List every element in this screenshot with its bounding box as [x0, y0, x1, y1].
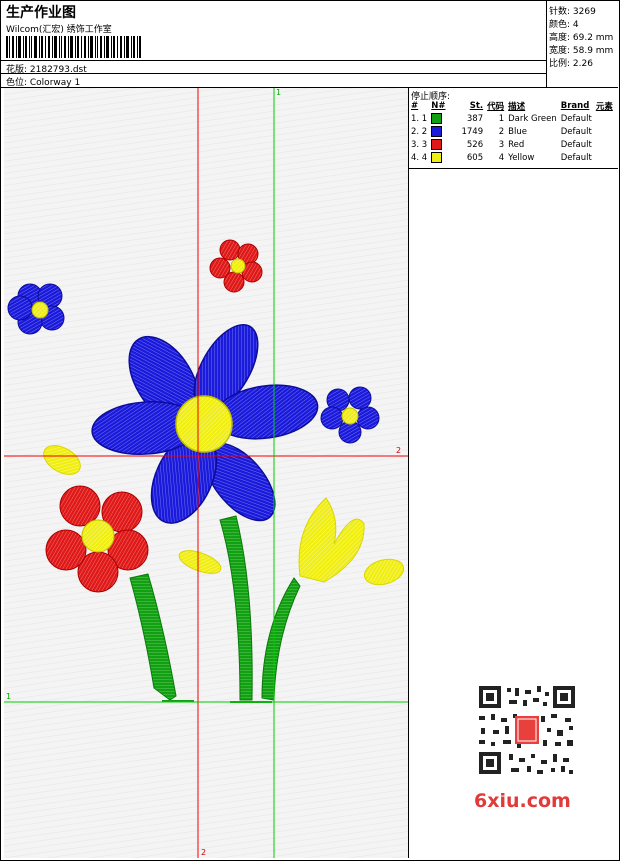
- green-guide-top-label: 1: [276, 88, 282, 97]
- color-swatch: [429, 112, 459, 125]
- col-element: 元素: [595, 102, 613, 112]
- watermark-logo: 6xiu.com: [474, 790, 571, 812]
- header-panel: 生产作业图 Wilcom(汇宏) 绣饰工作室 花版: 2182793.dst 色…: [0, 0, 547, 88]
- description-cell: Yellow: [508, 152, 535, 163]
- table-row: 4. 4 605 4 Yellow Default: [409, 151, 615, 164]
- red-guide-bottom-label: 2: [201, 848, 207, 857]
- design-canvas: 1 1 2 2: [4, 88, 409, 858]
- code-cell: 4: [498, 152, 505, 163]
- col-brand: Brand: [560, 101, 590, 111]
- design-scale: 比例: 2.26: [549, 59, 593, 69]
- company-name: Wilcom(汇宏) 绣饰工作室: [6, 25, 112, 35]
- panel-divider: [409, 168, 618, 169]
- table-row: 2. 2 1749 2 Blue Default: [409, 125, 615, 138]
- design-width: 宽度: 58.9 mm: [549, 46, 614, 56]
- brand-cell: Default: [560, 113, 592, 124]
- color-chip: [431, 113, 443, 124]
- design-height: 高度: 69.2 mm: [549, 33, 614, 43]
- brand-cell: Default: [560, 126, 592, 137]
- table-row: 3. 3 526 3 Red Default: [409, 138, 615, 151]
- stitch-count-cell: 526: [466, 139, 484, 150]
- large-red-flower: [45, 485, 149, 593]
- col-needle: N#: [431, 101, 446, 111]
- color-chip: [431, 152, 443, 163]
- color-swatch: [429, 125, 459, 138]
- col-stitches: St.: [469, 101, 484, 111]
- green-guide-left-label: 1: [6, 692, 12, 701]
- color-swatch: [429, 151, 459, 164]
- color-chip: [431, 126, 443, 137]
- code-cell: 2: [498, 126, 505, 137]
- stitch-count: 针数: 3269: [549, 7, 596, 17]
- small-red-flower: [209, 239, 263, 293]
- description-cell: Red: [508, 139, 525, 150]
- header-divider: [0, 73, 546, 74]
- stats-panel: 针数: 3269 颜色: 4 高度: 69.2 mm 宽度: 58.9 mm 比…: [547, 0, 618, 88]
- row-number: 3. 3: [411, 139, 428, 150]
- colorway-label: 色位: Colorway 1: [6, 78, 81, 88]
- col-description: 描述: [508, 102, 526, 112]
- page-title: 生产作业图: [6, 5, 76, 21]
- row-number: 1. 1: [411, 113, 428, 124]
- color-chip: [431, 139, 443, 150]
- qr-code: [471, 680, 583, 780]
- stitch-count-cell: 387: [466, 113, 484, 124]
- embroidery-preview: [4, 88, 408, 858]
- description-cell: Blue: [508, 126, 527, 137]
- stop-table-header: # N# St. 代码 描述 Brand 元素: [409, 100, 615, 112]
- color-swatch: [429, 138, 459, 151]
- row-number: 2. 2: [411, 126, 428, 137]
- col-code: 代码: [487, 102, 505, 112]
- col-index: #: [411, 101, 419, 111]
- stitch-count-cell: 1749: [461, 126, 484, 137]
- brand-cell: Default: [560, 139, 592, 150]
- code-cell: 1: [498, 113, 505, 124]
- stop-sequence-table: # N# St. 代码 描述 Brand 元素 1. 1 387 1 Dark …: [409, 100, 615, 164]
- barcode: [6, 36, 141, 58]
- header-divider: [0, 60, 546, 61]
- small-blue-flower-left: [7, 283, 65, 335]
- red-guide-right-label: 2: [396, 446, 402, 455]
- description-cell: Dark Green: [508, 113, 557, 124]
- color-count: 颜色: 4: [549, 20, 579, 30]
- stitch-count-cell: 605: [466, 152, 484, 163]
- row-number: 4. 4: [411, 152, 428, 163]
- brand-cell: Default: [560, 152, 592, 163]
- small-blue-flower-right: [320, 386, 380, 444]
- code-cell: 3: [498, 139, 505, 150]
- table-row: 1. 1 387 1 Dark Green Default: [409, 112, 615, 125]
